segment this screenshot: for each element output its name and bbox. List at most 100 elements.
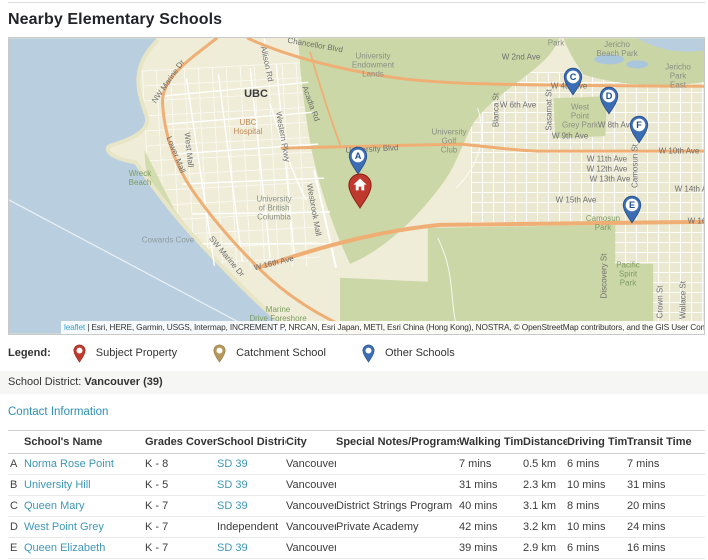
svg-text:E: E (629, 200, 635, 210)
cell-driving-time: 6 mins (567, 454, 627, 475)
cell-grades: K - 7 (145, 538, 217, 559)
table-header-row: School's NameGrades CoveredSchool Distri… (8, 431, 705, 454)
cell-school-district: SD 39 (217, 496, 286, 517)
col-header: School's Name (24, 431, 145, 454)
cell-walking-time: 40 mins (459, 496, 523, 517)
tan-pin-icon (213, 344, 226, 363)
cell-city: Vancouver (286, 475, 336, 496)
cell-school-district: SD 39 (217, 538, 286, 559)
svg-text:F: F (636, 120, 642, 130)
map[interactable]: Chancellor BlvdNW Marine DrAllison RdAca… (8, 37, 705, 335)
table-row-e: EQueen ElizabethK - 7SD 39Vancouver39 mi… (8, 538, 705, 559)
leaflet-brand[interactable]: leaflet (64, 322, 85, 332)
map-markers-layer: A C D F E (9, 38, 704, 334)
map-attribution: leaflet | Esri, HERE, Garmin, USGS, Inte… (61, 321, 704, 334)
cell-walking-time: 42 mins (459, 517, 523, 538)
cell-grades: K - 7 (145, 496, 217, 517)
cell-row-letter: D (8, 517, 24, 538)
school-name-link[interactable]: Queen Elizabeth (24, 542, 105, 554)
cell-school-name: Queen Mary (24, 496, 145, 517)
school-name-link[interactable]: Queen Mary (24, 500, 85, 512)
cell-walking-time: 7 mins (459, 454, 523, 475)
cell-row-letter: E (8, 538, 24, 559)
school-marker-c[interactable]: C (563, 67, 589, 103)
cell-city: Vancouver (286, 496, 336, 517)
red-pin-icon (73, 344, 86, 363)
cell-distance: 0.5 km (523, 454, 567, 475)
cell-city: Vancouver (286, 538, 336, 559)
col-header (8, 431, 24, 454)
cell-distance: 2.3 km (523, 475, 567, 496)
cell-distance: 3.1 km (523, 496, 567, 517)
table-row-c: CQueen Mary K - 7SD 39 VancouverDistrict S… (8, 496, 705, 517)
schools-table: School's NameGrades CoveredSchool Distri… (8, 430, 705, 560)
school-name-link[interactable]: West Point Grey (24, 521, 104, 533)
legend-item-subject: Subject Property (73, 344, 177, 363)
cell-distance: 3.2 km (523, 517, 567, 538)
svg-text:A: A (355, 151, 362, 161)
district-label: School District: (8, 376, 81, 388)
legend: Legend: Subject Property Catchment Schoo… (8, 343, 705, 363)
table-row-b: BUniversity Hill K - 5SD 39 Vancouver 31 mi… (8, 475, 705, 496)
school-district-link[interactable]: SD 39 (217, 500, 248, 512)
cell-row-letter: C (8, 496, 24, 517)
cell-transit-time: 7 mins (627, 454, 705, 475)
subject-property-marker[interactable] (347, 173, 373, 209)
col-header: Grades Covered (145, 431, 217, 454)
cell-city: Vancouver (286, 517, 336, 538)
cell-city: Vancouver (286, 454, 336, 475)
cell-transit-time: 24 mins (627, 517, 705, 538)
legend-label: Subject Property (96, 347, 177, 359)
cell-school-name: University Hill (24, 475, 145, 496)
legend-item-other: Other Schools (362, 344, 455, 363)
cell-school-name: Norma Rose Point (24, 454, 145, 475)
legend-title: Legend: (8, 347, 51, 359)
svg-text:D: D (606, 91, 613, 101)
school-district-link[interactable]: SD 39 (217, 542, 248, 554)
cell-grades: K - 8 (145, 454, 217, 475)
school-marker-f[interactable]: F (629, 115, 655, 151)
school-marker-e[interactable]: E (622, 195, 648, 231)
svg-text:C: C (570, 72, 577, 82)
cell-distance: 2.9 km (523, 538, 567, 559)
contact-information-link[interactable]: Contact Information (8, 406, 108, 418)
cell-walking-time: 31 mins (459, 475, 523, 496)
school-district-link[interactable]: SD 39 (217, 458, 248, 470)
cell-transit-time: 31 mins (627, 475, 705, 496)
cell-grades: K - 5 (145, 475, 217, 496)
school-marker-d[interactable]: D (599, 86, 625, 122)
legend-label: Other Schools (385, 347, 455, 359)
school-name-link[interactable]: University Hill (24, 479, 91, 491)
legend-item-catchment: Catchment School (213, 344, 326, 363)
cell-school-name: West Point Grey (24, 517, 145, 538)
table-row-a: ANorma Rose Point K - 8SD 39 Vancouver 7 mi… (8, 454, 705, 475)
school-district-link[interactable]: SD 39 (217, 479, 248, 491)
cell-school-district: SD 39 (217, 475, 286, 496)
cell-row-letter: A (8, 454, 24, 475)
cell-notes (336, 475, 459, 496)
school-name-link[interactable]: Norma Rose Point (24, 458, 114, 470)
cell-driving-time: 8 mins (567, 496, 627, 517)
table-row-d: DWest Point Grey K - 7IndependentVancouve… (8, 517, 705, 538)
page-title: Nearby Elementary Schools (8, 11, 705, 29)
col-header: Distance (523, 431, 567, 454)
legend-label: Catchment School (236, 347, 326, 359)
col-header: Walking Time (459, 431, 523, 454)
col-header: City (286, 431, 336, 454)
col-header: School District (217, 431, 286, 454)
school-district-bar: School District: Vancouver (39) (0, 371, 708, 394)
district-value: Vancouver (39) (84, 376, 162, 388)
cell-row-letter: B (8, 475, 24, 496)
cell-grades: K - 7 (145, 517, 217, 538)
cell-driving-time: 10 mins (567, 517, 627, 538)
top-divider (8, 2, 705, 3)
cell-notes: District Strings Program (336, 496, 459, 517)
cell-school-district: Independent (217, 517, 286, 538)
cell-transit-time: 16 mins (627, 538, 705, 559)
blue-pin-icon (362, 344, 375, 363)
cell-notes: Private Academy (336, 517, 459, 538)
col-header: Transit Time (627, 431, 705, 454)
cell-driving-time: 6 mins (567, 538, 627, 559)
cell-school-name: Queen Elizabeth (24, 538, 145, 559)
attribution-text: | Esri, HERE, Garmin, USGS, Intermap, IN… (87, 322, 704, 332)
